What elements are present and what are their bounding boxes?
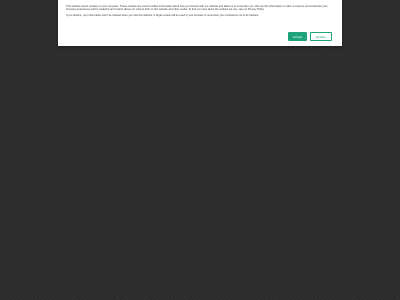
cookie-notice-text: This website stores cookies on your comp… — [66, 5, 334, 20]
cookie-notice-paragraph: This website stores cookies on your comp… — [66, 5, 328, 12]
cookie-actions: Accept Decline — [288, 32, 332, 41]
cookie-consent-banner: This website stores cookies on your comp… — [58, 0, 342, 46]
decline-cookies-button[interactable]: Decline — [310, 32, 332, 41]
cookie-decline-paragraph: If you decline, your information won't b… — [66, 13, 259, 17]
page-background — [0, 48, 400, 300]
accept-cookies-button[interactable]: Accept — [288, 32, 307, 41]
